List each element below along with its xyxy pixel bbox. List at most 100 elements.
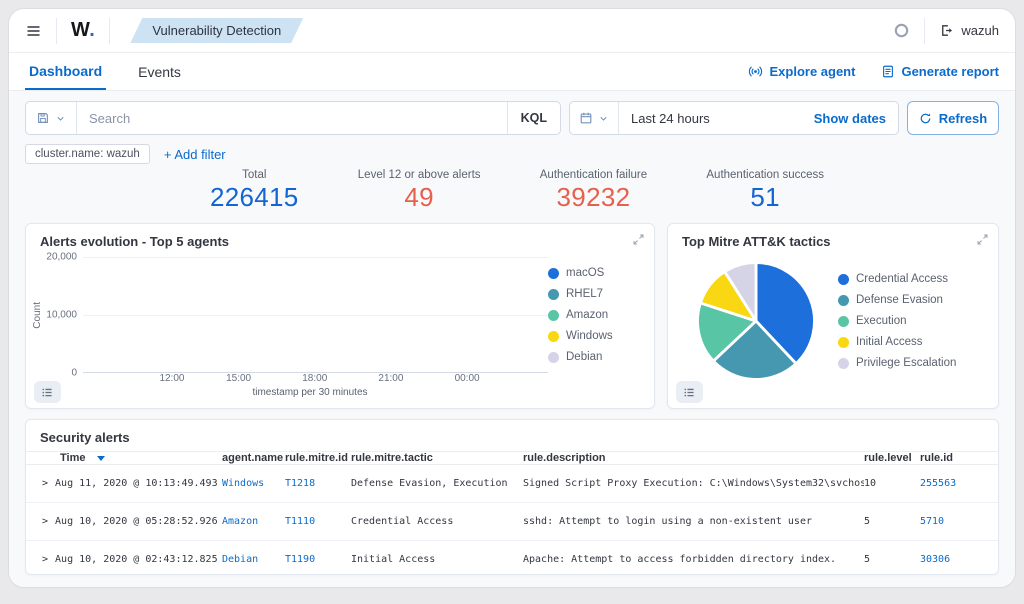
time-picker: Last 24 hours Show dates bbox=[569, 101, 899, 135]
legend-label: Privilege Escalation bbox=[856, 357, 957, 369]
expand-row-icon[interactable]: > bbox=[42, 516, 48, 527]
table-row: > Aug 11, 2020 @ 10:13:49.493 Windows T1218… bbox=[26, 465, 998, 503]
chevron-down-icon bbox=[600, 116, 607, 121]
x-axis-title: timestamp per 30 minutes bbox=[252, 387, 368, 398]
table-cell: sshd: Attempt to login using a non-exist… bbox=[523, 516, 812, 527]
logout-icon bbox=[942, 25, 953, 36]
filter-pill[interactable]: cluster.name: wazuh bbox=[25, 144, 150, 164]
column-header[interactable]: rule.mitre.id bbox=[285, 452, 351, 464]
legend-item[interactable]: Credential Access bbox=[838, 273, 956, 285]
stat-metric: Level 12 or above alerts 49 bbox=[358, 169, 481, 219]
stat-label: Total bbox=[242, 169, 267, 181]
expand-row-icon[interactable]: > bbox=[42, 554, 48, 565]
user-label: wazuh bbox=[961, 23, 999, 38]
time-value: Aug 10, 2020 @ 02:43:12.825 bbox=[55, 554, 218, 565]
broadcast-icon bbox=[749, 66, 763, 77]
legend-label: Amazon bbox=[566, 309, 609, 321]
table-cell[interactable]: Debian bbox=[222, 554, 285, 565]
legend-item[interactable]: Initial Access bbox=[838, 336, 956, 348]
legend-dot bbox=[548, 351, 559, 363]
legend-item[interactable]: macOS bbox=[548, 267, 644, 279]
stat-label: Level 12 or above alerts bbox=[357, 169, 481, 181]
legend-dot bbox=[548, 267, 559, 279]
tab-dashboard[interactable]: Dashboard bbox=[25, 53, 107, 90]
pie-chart-legend: Credential Access Defense Evasion Executio… bbox=[838, 273, 956, 369]
legend-label: Initial Access bbox=[856, 336, 923, 348]
mitre-tactics-panel: Top Mitre ATT&K tactics Credential Acces… bbox=[667, 223, 999, 409]
user-menu[interactable]: wazuh bbox=[939, 23, 999, 38]
pie-chart bbox=[696, 261, 816, 381]
column-header[interactable]: rule.mitre.tactic bbox=[351, 452, 523, 464]
table-cell[interactable]: Windows bbox=[222, 478, 285, 489]
legend-item[interactable]: Execution bbox=[838, 315, 956, 327]
legend-item[interactable]: Privilege Escalation bbox=[838, 357, 956, 369]
table-body: > Aug 11, 2020 @ 10:13:49.493 Windows T1218… bbox=[26, 465, 998, 574]
save-query-icon bbox=[38, 113, 48, 123]
saved-query-menu[interactable] bbox=[26, 102, 77, 134]
tabs-bar: Dashboard Events Explore agent Generate … bbox=[9, 53, 1015, 91]
table-cell[interactable]: 5710 bbox=[920, 516, 982, 527]
legend-label: Execution bbox=[856, 315, 907, 327]
legend-label: Credential Access bbox=[856, 273, 949, 285]
stat-value[interactable]: 226415 bbox=[210, 182, 299, 213]
expand-row-icon[interactable]: > bbox=[42, 478, 48, 489]
add-filter-button[interactable]: + Add filter bbox=[164, 147, 226, 162]
table-cell[interactable]: T1110 bbox=[285, 516, 351, 527]
sort-desc-icon bbox=[97, 455, 106, 461]
legend-item[interactable]: Windows bbox=[548, 330, 644, 342]
legend-toggle-button[interactable] bbox=[676, 381, 703, 403]
table-cell[interactable]: Amazon bbox=[222, 516, 285, 527]
column-header[interactable]: rule.id bbox=[920, 452, 982, 464]
table-cell: > Aug 10, 2020 @ 05:28:52.926 bbox=[42, 516, 222, 527]
y-axis-title: Count bbox=[32, 301, 43, 329]
legend-item[interactable]: Amazon bbox=[548, 309, 644, 321]
search-input[interactable] bbox=[77, 110, 507, 126]
menu-icon[interactable] bbox=[25, 23, 42, 39]
column-header[interactable]: agent.name bbox=[222, 452, 285, 464]
table-cell[interactable]: T1218 bbox=[285, 478, 351, 489]
query-language-button[interactable]: KQL bbox=[506, 102, 560, 134]
table-cell: Initial Access bbox=[351, 554, 436, 565]
tab-events[interactable]: Events bbox=[134, 53, 185, 90]
x-tick-label: 12:00 bbox=[159, 373, 185, 384]
table-cell[interactable]: 255563 bbox=[920, 478, 982, 489]
legend-item[interactable]: Debian bbox=[548, 351, 644, 363]
legend-dot bbox=[838, 336, 849, 348]
legend-dot bbox=[548, 288, 559, 300]
generate-report-button[interactable]: Generate report bbox=[881, 64, 999, 79]
bar-chart-plot bbox=[83, 257, 548, 373]
divider bbox=[109, 17, 111, 44]
main-content: KQL Last 24 hours Show dates Refresh clu… bbox=[9, 91, 1015, 587]
expand-icon[interactable] bbox=[632, 233, 645, 246]
refresh-icon bbox=[920, 112, 931, 123]
report-icon bbox=[883, 65, 894, 78]
bar-chart-legend: macOS RHEL7 Amazon Windows Debian bbox=[548, 267, 644, 363]
table-cell[interactable]: T1190 bbox=[285, 554, 351, 565]
column-header[interactable]: Time bbox=[42, 452, 222, 464]
legend-item[interactable]: RHEL7 bbox=[548, 288, 644, 300]
column-header[interactable]: rule.description bbox=[523, 452, 864, 464]
stat-value[interactable]: 49 bbox=[358, 182, 481, 213]
explore-agent-button[interactable]: Explore agent bbox=[748, 64, 855, 79]
legend-label: Defense Evasion bbox=[856, 294, 943, 306]
legend-item[interactable]: Defense Evasion bbox=[838, 294, 956, 306]
table-cell: Signed Script Proxy Execution: C:\Window… bbox=[523, 478, 864, 489]
show-dates-button[interactable]: Show dates bbox=[802, 111, 898, 126]
legend-dot bbox=[838, 294, 849, 306]
column-header[interactable]: rule.level bbox=[864, 452, 920, 464]
expand-icon[interactable] bbox=[976, 233, 989, 246]
time-range-label[interactable]: Last 24 hours bbox=[619, 111, 802, 126]
date-quick-menu[interactable] bbox=[570, 102, 619, 134]
table-cell[interactable]: 30306 bbox=[920, 554, 982, 565]
stat-value[interactable]: 39232 bbox=[540, 182, 647, 213]
breadcrumb[interactable]: Vulnerability Detection bbox=[130, 18, 303, 43]
stat-value[interactable]: 51 bbox=[706, 182, 824, 213]
chevron-down-icon bbox=[57, 116, 64, 121]
wazuh-logo[interactable]: W. bbox=[71, 19, 95, 42]
x-tick-label: 18:00 bbox=[302, 373, 328, 384]
health-ring-icon[interactable] bbox=[893, 22, 910, 39]
filter-bar: cluster.name: wazuh + Add filter bbox=[25, 143, 999, 165]
legend-toggle-button[interactable] bbox=[34, 381, 61, 403]
refresh-button[interactable]: Refresh bbox=[907, 101, 999, 135]
legend-label: macOS bbox=[566, 267, 605, 279]
